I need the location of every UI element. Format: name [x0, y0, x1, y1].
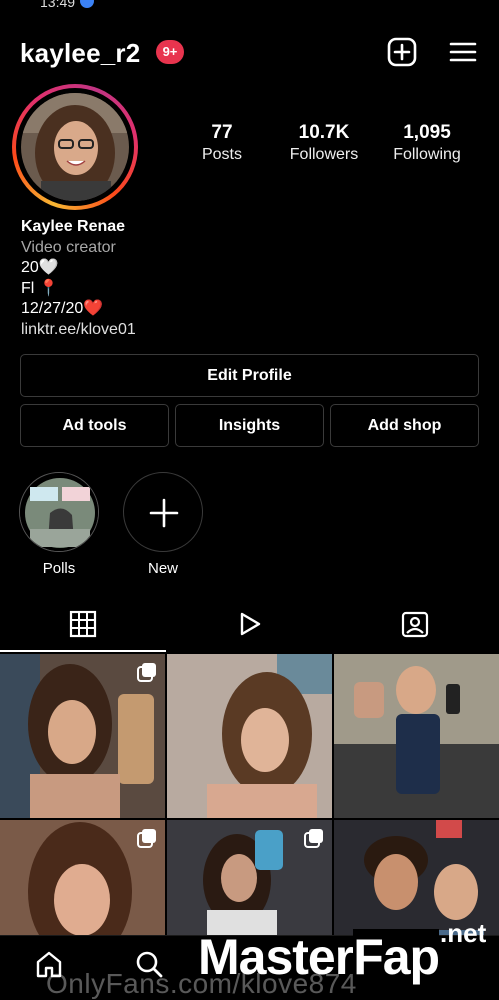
followers-stat[interactable]: 10.7K Followers: [274, 122, 374, 164]
masterfap-watermark-part-a: Master: [198, 929, 354, 985]
bio-line-1: 20🤍: [21, 259, 59, 276]
ad-tools-button[interactable]: Ad tools: [20, 404, 169, 447]
multiple-photos-icon: [304, 829, 323, 848]
grid-icon: [69, 610, 97, 638]
followers-count: 10.7K: [298, 122, 350, 143]
tab-tagged[interactable]: [332, 600, 498, 652]
avatar-photo: [21, 93, 129, 201]
new-highlight-button[interactable]: [123, 472, 203, 552]
play-icon: [240, 612, 261, 636]
profile-tabs: [0, 600, 499, 652]
following-label: Following: [393, 146, 461, 163]
tagged-person-icon: [401, 611, 429, 638]
followers-label: Followers: [289, 146, 359, 163]
highlight-polls-cover: [19, 472, 99, 552]
bio-line-3: 12/27/20❤️: [21, 300, 104, 317]
profile-bio: Kaylee Renae Video creator 20🤍 Fl 📍 12/2…: [21, 217, 461, 340]
insights-button[interactable]: Insights: [175, 404, 324, 447]
post-grid: [0, 654, 499, 984]
status-bar: 13:49: [0, 0, 499, 14]
bio-link[interactable]: linktr.ee/klove01: [21, 320, 461, 341]
highlight-polls[interactable]: Polls: [18, 472, 100, 577]
post-thumbnail[interactable]: [167, 654, 332, 818]
posts-label: Posts: [201, 146, 242, 163]
masterfap-net-watermark: .net: [440, 918, 487, 948]
hamburger-menu-icon[interactable]: [447, 36, 479, 68]
profile-display-name: Kaylee Renae: [21, 218, 126, 235]
avatar[interactable]: [12, 84, 138, 210]
profile-username[interactable]: kaylee_r2: [20, 38, 140, 69]
plus-icon: [149, 498, 179, 528]
highlight-polls-label: Polls: [42, 560, 76, 577]
plus-square-icon[interactable]: [386, 36, 418, 68]
posts-count: 77: [211, 122, 233, 143]
tab-grid[interactable]: [0, 600, 166, 652]
status-time: 13:49: [40, 0, 76, 10]
multiple-photos-icon: [137, 829, 156, 848]
posts-stat[interactable]: 77 Posts: [172, 122, 272, 164]
status-indicator-icon: [80, 0, 94, 8]
masterfap-watermark-part-b: Fap: [353, 929, 440, 985]
tab-reels[interactable]: [166, 600, 332, 652]
post-thumbnail[interactable]: [0, 654, 165, 818]
post-thumbnail[interactable]: [334, 654, 499, 818]
bio-line-2: Fl 📍: [21, 279, 59, 297]
masterfap-watermark: MasterFap: [198, 928, 440, 986]
following-stat[interactable]: 1,095 Following: [377, 122, 477, 164]
highlight-new[interactable]: New: [122, 472, 204, 577]
notification-badge[interactable]: 9+: [156, 40, 184, 64]
profile-summary: 77 Posts 10.7K Followers 1,095 Following: [0, 84, 499, 210]
profile-category: Video creator: [21, 238, 116, 256]
highlight-new-label: New: [147, 560, 178, 577]
following-count: 1,095: [403, 122, 451, 143]
multiple-photos-icon: [137, 663, 156, 682]
edit-profile-button[interactable]: Edit Profile: [20, 354, 479, 397]
profile-header: kaylee_r2 9+: [0, 30, 499, 78]
add-shop-button[interactable]: Add shop: [330, 404, 479, 447]
